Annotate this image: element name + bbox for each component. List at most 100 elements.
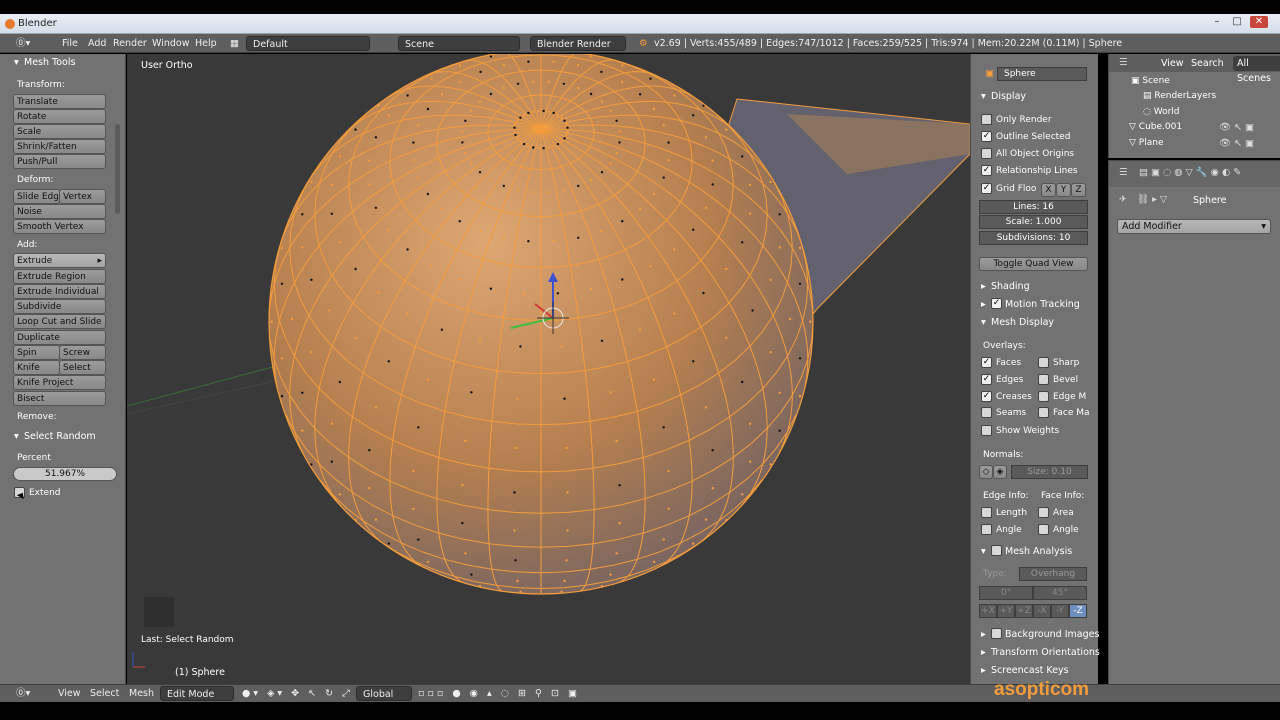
axis-x-toggle[interactable]: X [1041,183,1056,197]
outliner-row-scene[interactable]: ▣ Scene [1131,76,1170,86]
smooth-vertex-button[interactable]: Smooth Vertex [13,219,106,234]
outliner-row-cube[interactable]: ▽ Cube.001 [1129,122,1182,132]
rotate-button[interactable]: Rotate [13,109,106,124]
outliner-view-menu[interactable]: View [1161,58,1184,69]
edge-angle-checkbox[interactable] [981,524,992,535]
grid-scale-field[interactable]: Scale: 1.000 [979,215,1088,229]
analysis-axis-plusminus-x[interactable]: +X [979,604,997,618]
visibility-icon[interactable]: 👁 ↖ ▣ [1219,122,1254,133]
duplicate-button[interactable]: Duplicate [13,330,106,345]
percent-slider[interactable]: 51.967% [13,467,117,481]
outliner-row-renderlayers[interactable]: ▤ RenderLayers [1143,91,1216,101]
mesh-tools-toggle[interactable] [14,57,19,68]
mesh-analysis-toggle[interactable] [981,546,986,557]
mesh-analysis-checkbox[interactable] [991,545,1002,556]
axis-y-toggle[interactable]: Y [1056,183,1071,197]
face-area-checkbox[interactable] [1038,507,1049,518]
grid-lines-field[interactable]: Lines: 16 [979,200,1088,214]
extrude-menu[interactable]: Extrude ▸ [13,253,106,268]
extrude-region-button[interactable]: Extrude Region [13,269,106,284]
outliner-editor-icon[interactable]: ☰ [1119,57,1128,68]
menu-add[interactable]: Add [84,36,110,51]
edges-checkbox[interactable]: ✓ [981,374,992,385]
scale-button[interactable]: Scale [13,124,106,139]
edge-length-checkbox[interactable] [981,507,992,518]
menu-render[interactable]: Render [109,36,151,51]
scene-select[interactable]: Scene [398,36,520,51]
edge-marks-checkbox[interactable] [1038,391,1049,402]
screw-button[interactable]: Screw [59,345,106,360]
orientation-select[interactable]: Global [356,686,412,701]
mode-select[interactable]: Edit Mode [160,686,234,701]
minimize-button[interactable]: – [1208,16,1226,28]
outliner-row-plane[interactable]: ▽ Plane [1129,138,1163,148]
motion-tracking-checkbox[interactable]: ✓ [991,298,1002,309]
render-engine-select[interactable]: Blender Render [530,36,626,51]
background-images-toggle[interactable] [981,629,986,640]
operator-panel-toggle[interactable] [14,431,19,442]
relationship-lines-checkbox[interactable]: ✓ [981,165,992,176]
axis-z-toggle[interactable]: Z [1071,183,1086,197]
analysis-axis-plusminus-z[interactable]: +Z [1015,604,1033,618]
knife-select-button[interactable]: Select [59,360,106,375]
shading-toggle[interactable] [981,281,986,292]
object-name-field[interactable]: Sphere [997,67,1087,81]
transform-orientations-toggle[interactable] [981,647,986,658]
spin-button[interactable]: Spin [13,345,60,360]
menu-select[interactable]: Select [86,686,123,701]
analysis-axis-minus-y[interactable]: -Y [1051,604,1069,618]
seams-checkbox[interactable] [981,407,992,418]
analysis-type-select[interactable]: Overhang [1019,567,1087,581]
vertex-normals-icon[interactable]: ◇ [979,465,993,479]
analysis-max-field[interactable]: 45° [1033,586,1087,600]
slide-edge-button[interactable]: Slide Edg [13,189,60,204]
knife-project-button[interactable]: Knife Project [13,375,106,390]
viewport-editor-icon[interactable]: ⓪▾ [12,686,34,701]
outline-selected-checkbox[interactable]: ✓ [981,131,992,142]
grid-subdivisions-field[interactable]: Subdivisions: 10 [979,231,1088,245]
analysis-axis-plusminus-y[interactable]: +Y [997,604,1015,618]
outliner-search-menu[interactable]: Search [1191,58,1224,69]
menu-view[interactable]: View [54,686,85,701]
face-normals-icon[interactable]: ◈ [993,465,1007,479]
normal-size-field[interactable]: Size: 0.10 [1011,465,1088,479]
outliner-display-select[interactable]: All Scenes [1233,56,1280,84]
push-pull-button[interactable]: Push/Pull [13,154,106,169]
display-toggle[interactable] [981,91,986,102]
creases-checkbox[interactable]: ✓ [981,391,992,402]
slide-vertex-button[interactable]: Vertex [59,189,106,204]
add-modifier-button[interactable]: Add Modifier ▾ [1117,219,1271,234]
toolshelf-scrollbar[interactable] [115,124,120,214]
loop-cut-button[interactable]: Loop Cut and Slide [13,314,106,329]
properties-editor-icon[interactable]: ☰ [1119,167,1128,178]
menu-file[interactable]: File [58,36,82,51]
menu-window[interactable]: Window [148,36,193,51]
knife-button[interactable]: Knife [13,360,60,375]
show-weights-checkbox[interactable] [981,425,992,436]
editor-type-icon[interactable]: ⓪▾ [12,36,34,51]
close-button[interactable]: ✕ [1250,16,1268,28]
extrude-individual-button[interactable]: Extrude Individual [13,284,106,299]
grid-floor-checkbox[interactable]: ✓ [981,183,992,194]
pin-icon[interactable]: ✈ [1119,194,1127,205]
background-images-checkbox[interactable] [991,628,1002,639]
screencast-keys-toggle[interactable] [981,665,986,676]
menu-help[interactable]: Help [191,36,221,51]
context-tabs-icon[interactable]: ▤▣◌◍▽🔧◉◐✎ [1139,167,1244,178]
menu-mesh[interactable]: Mesh [125,686,158,701]
mesh-display-toggle[interactable] [981,317,986,328]
faces-checkbox[interactable]: ✓ [981,357,992,368]
outliner-row-world[interactable]: ◌ World [1143,107,1180,117]
select-mode-icons[interactable]: ▫▫▫ ● ◉ ▴ ◌ ⊞ ⚲ ⊡ ▣ [414,686,584,701]
noise-button[interactable]: Noise [13,204,106,219]
face-marks-checkbox[interactable] [1038,407,1049,418]
analysis-min-field[interactable]: 0° [979,586,1033,600]
translate-button[interactable]: Translate [13,94,106,109]
layout-icon[interactable]: ▦ [226,36,243,51]
only-render-checkbox[interactable] [981,114,992,125]
maximize-button[interactable]: □ [1228,16,1246,28]
face-angle-checkbox[interactable] [1038,524,1049,535]
bisect-button[interactable]: Bisect [13,391,106,406]
subdivide-button[interactable]: Subdivide [13,299,106,314]
analysis-axis-minus-x[interactable]: -X [1033,604,1051,618]
